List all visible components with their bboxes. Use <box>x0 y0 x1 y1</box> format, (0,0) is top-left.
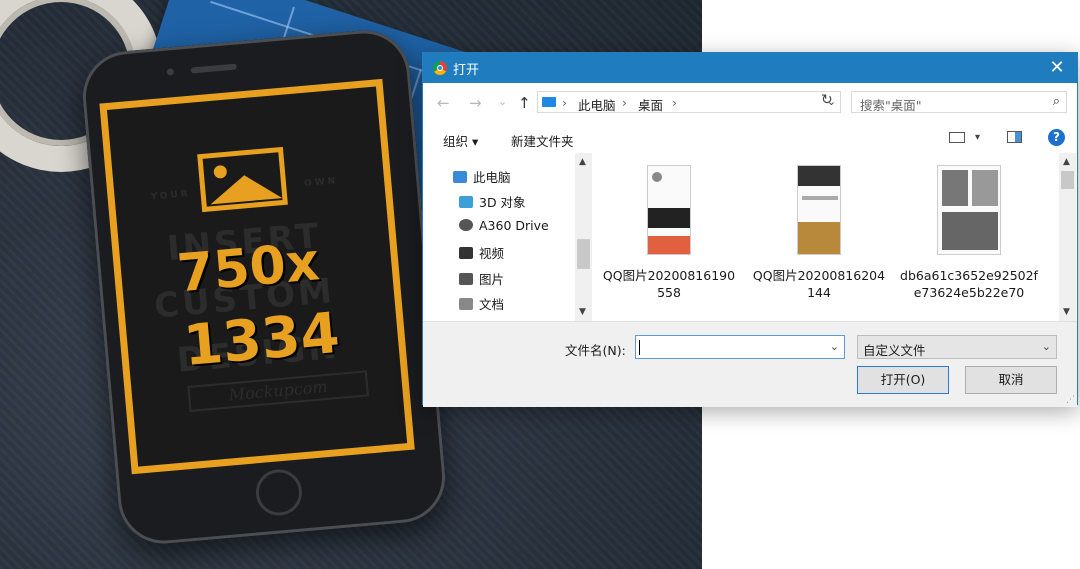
file-list-scrollbar[interactable]: ▲ ▼ <box>1059 153 1076 321</box>
size-height-text: 1334 <box>181 300 342 380</box>
phone-home-button <box>254 467 304 518</box>
breadcrumb-separator: › <box>562 95 567 110</box>
nav-item-label: 视频 <box>479 246 505 261</box>
phone-speaker <box>190 63 237 74</box>
chrome-icon <box>433 61 447 75</box>
phone-screen: YOUR OWN INSERT CUSTOM DESIGN 750x 1334 … <box>99 78 415 475</box>
video-icon <box>459 247 473 259</box>
search-input[interactable]: 搜索"桌面" ⌕ <box>851 91 1067 113</box>
view-dropdown-icon[interactable]: ▾ <box>975 132 980 143</box>
ghost-text-own: OWN <box>303 176 339 190</box>
file-list: QQ图片20200816190558 QQ图片20200816204144 db… <box>595 153 1059 321</box>
navigation-pane-scrollbar[interactable]: ▲ ▼ <box>575 153 592 321</box>
close-button[interactable]: ✕ <box>1045 56 1069 80</box>
scroll-down-icon[interactable]: ▼ <box>579 307 586 317</box>
computer-icon <box>542 97 556 107</box>
dialog-titlebar[interactable]: 打开 ✕ <box>423 53 1077 83</box>
image-placeholder-icon <box>197 146 288 213</box>
recent-locations-icon[interactable]: ⌄ <box>498 95 507 108</box>
phone-mockup: YOUR OWN INSERT CUSTOM DESIGN 750x 1334 … <box>79 26 449 548</box>
open-file-dialog: 打开 ✕ ← → ⌄ ↑ › 此电脑 › 桌面 › ⌄ ↻ 搜索"桌面" ⌕ 组… <box>422 52 1078 407</box>
resize-grip-icon[interactable]: ⋰ <box>1066 395 1075 405</box>
nav-item-documents[interactable]: 文档 <box>459 294 504 314</box>
filetype-dropdown-icon[interactable]: ⌄ <box>1042 340 1051 353</box>
filename-label: 文件名(N): <box>565 343 626 358</box>
file-name: QQ图片20200816204144 <box>752 268 886 300</box>
filename-dropdown-icon[interactable]: ⌄ <box>830 340 839 353</box>
mountain-shape <box>208 172 283 205</box>
nav-item-label: 图片 <box>479 272 505 287</box>
breadcrumb-this-pc[interactable]: 此电脑 <box>578 95 616 114</box>
nav-item-pictures[interactable]: 图片 <box>459 269 504 289</box>
picture-icon <box>459 273 473 285</box>
scrollbar-thumb[interactable] <box>1061 171 1074 189</box>
new-folder-button[interactable]: 新建文件夹 <box>511 131 574 150</box>
navigation-bar: ← → ⌄ ↑ › 此电脑 › 桌面 › ⌄ ↻ 搜索"桌面" ⌕ <box>423 83 1077 123</box>
computer-icon <box>453 171 467 183</box>
file-name: QQ图片20200816190558 <box>602 268 736 300</box>
nav-item-label: 文档 <box>479 297 505 312</box>
nav-item-label: 3D 对象 <box>479 195 526 210</box>
nav-item-3d-objects[interactable]: 3D 对象 <box>459 192 526 212</box>
address-bar[interactable]: › 此电脑 › 桌面 › ⌄ <box>537 91 841 113</box>
help-icon[interactable]: ? <box>1048 129 1065 146</box>
dialog-footer: 文件名(N): ⌄ 自定义文件 ⌄ 打开(O) 取消 ⋰ <box>423 321 1077 407</box>
scroll-up-icon[interactable]: ▲ <box>579 157 586 167</box>
size-width-text: 750x <box>174 232 322 305</box>
open-button[interactable]: 打开(O) <box>857 366 949 394</box>
nav-item-videos[interactable]: 视频 <box>459 243 504 263</box>
filetype-value: 自定义文件 <box>863 343 926 358</box>
back-arrow-icon[interactable]: ← <box>437 94 450 112</box>
image-file-thumbnail <box>797 165 841 255</box>
navigation-pane: 此电脑 3D 对象 A360 Drive 视频 图片 文档 <box>423 153 593 321</box>
cloud-drive-icon <box>459 219 473 231</box>
phone-camera <box>166 68 175 76</box>
file-item[interactable]: db6a61c3652e92502fe73624e5b22e70 <box>899 165 1039 301</box>
breadcrumb-separator: › <box>672 95 677 110</box>
text-caret <box>639 340 640 355</box>
forward-arrow-icon[interactable]: → <box>469 94 482 112</box>
file-name: db6a61c3652e92502fe73624e5b22e70 <box>900 268 1038 300</box>
scrollbar-thumb[interactable] <box>577 239 590 269</box>
breadcrumb-desktop[interactable]: 桌面 <box>638 95 663 114</box>
view-mode-icon[interactable] <box>949 132 965 143</box>
breadcrumb-separator: › <box>622 95 627 110</box>
cube-icon <box>459 196 473 208</box>
scroll-down-icon[interactable]: ▼ <box>1063 307 1070 317</box>
filename-input[interactable]: ⌄ <box>635 335 845 359</box>
file-item[interactable]: QQ图片20200816190558 <box>599 165 739 301</box>
up-arrow-icon[interactable]: ↑ <box>518 94 531 112</box>
nav-item-this-pc[interactable]: 此电脑 <box>453 167 511 187</box>
search-placeholder: 搜索"桌面" <box>860 98 922 113</box>
nav-item-a360-drive[interactable]: A360 Drive <box>459 218 549 238</box>
nav-item-label: 此电脑 <box>473 170 511 185</box>
search-icon[interactable]: ⌕ <box>1053 94 1060 109</box>
file-item[interactable]: QQ图片20200816204144 <box>749 165 889 301</box>
ghost-text-your: YOUR <box>150 189 192 203</box>
preview-pane-icon[interactable] <box>1007 131 1022 143</box>
organize-menu[interactable]: 组织 ▾ <box>443 131 478 150</box>
refresh-icon[interactable]: ↻ <box>821 92 833 108</box>
dialog-title: 打开 <box>453 63 480 78</box>
command-toolbar: 组织 ▾ 新建文件夹 ▾ ? <box>423 123 1077 153</box>
image-file-thumbnail <box>937 165 1001 255</box>
nav-item-label: A360 Drive <box>479 218 549 233</box>
image-file-thumbnail <box>647 165 691 255</box>
scroll-up-icon[interactable]: ▲ <box>1063 157 1070 167</box>
document-icon <box>459 298 473 310</box>
cancel-button[interactable]: 取消 <box>965 366 1057 394</box>
filetype-select[interactable]: 自定义文件 ⌄ <box>857 335 1057 359</box>
